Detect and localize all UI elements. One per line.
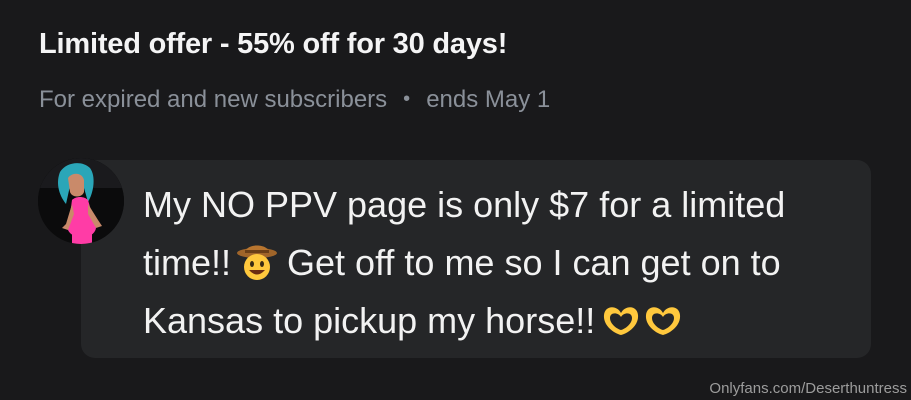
- message-line-3-text: Kansas to pickup my horse!!: [143, 300, 596, 341]
- offer-end-date: ends May 1: [426, 86, 551, 113]
- watermark: Onlyfans.com/Deserthuntress: [709, 380, 907, 397]
- avatar[interactable]: [38, 158, 124, 244]
- offer-title: Limited offer - 55% off for 30 days!: [39, 28, 508, 60]
- message-text: My NO PPV page is only $7 for a limited …: [143, 176, 863, 350]
- separator-dot: •: [403, 88, 411, 110]
- cowboy-hat-face-emoji: [231, 242, 287, 283]
- offer-audience: For expired and new subscribers: [39, 86, 388, 113]
- message-line-1: My NO PPV page is only $7 for a limited: [143, 184, 786, 225]
- message-line-2: time!! Get off to me so I can get on to: [143, 234, 863, 292]
- heart-hands-emoji: [595, 300, 641, 341]
- message-line-3: Kansas to pickup my horse!!: [143, 292, 863, 350]
- offer-subtitle: For expired and new subscribers • ends May…: [39, 86, 550, 114]
- message-line-2b: Get off to me so I can get on to: [287, 242, 781, 283]
- message-line-2a: time!!: [143, 242, 232, 283]
- heart-hands-emoji: [641, 300, 683, 341]
